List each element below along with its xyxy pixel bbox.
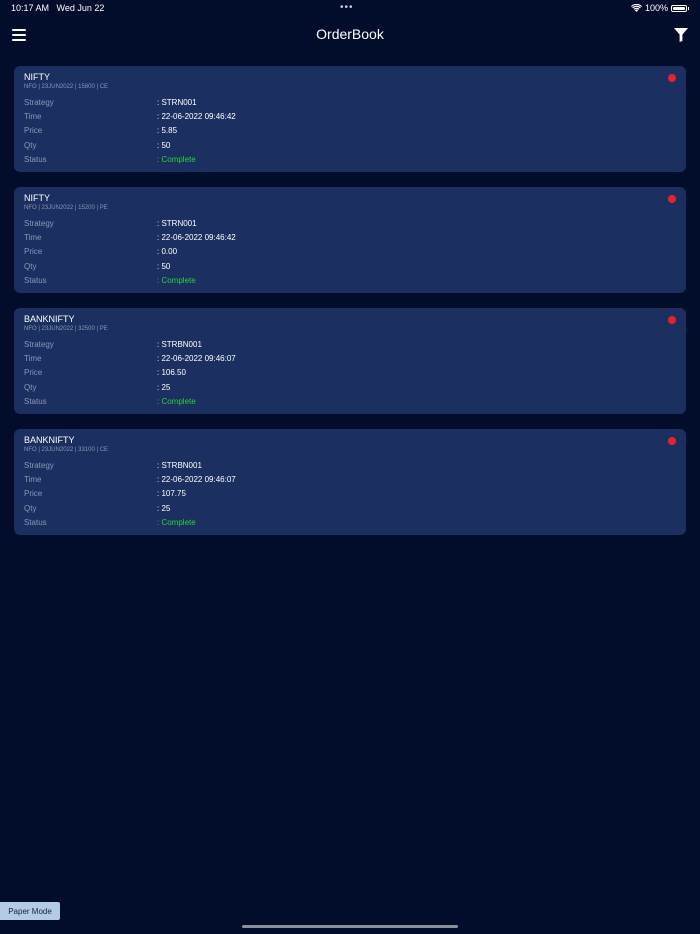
order-card[interactable]: NIFTY NFO | 23JUN2022 | 15800 | CE Strateg… [14, 66, 686, 172]
field-label-strategy: Strategy [24, 218, 54, 228]
order-field-price: Price : 106.50 [24, 366, 676, 380]
field-label-price: Price [24, 247, 43, 257]
status-time: 10:17 AM Wed Jun 22 [11, 3, 104, 13]
order-field-status: Status : Complete [24, 515, 676, 529]
nav-bar: OrderBook [0, 18, 700, 54]
field-label-time: Time [24, 353, 42, 363]
order-symbol: NIFTY [24, 193, 50, 203]
field-value-qty: : 25 [157, 503, 171, 513]
order-field-strategy: Strategy : STRN001 [24, 95, 676, 109]
field-value-strategy: : STRN001 [157, 218, 197, 228]
field-value-strategy: : STRBN001 [157, 339, 202, 349]
order-symbol: BANKNIFTY [24, 314, 75, 324]
status-right: 100% [630, 3, 689, 13]
order-contract-details: NFO | 23JUN2022 | 15200 | PE [24, 205, 108, 211]
order-field-qty: Qty : 50 [24, 259, 676, 273]
field-value-status: : Complete [157, 154, 196, 164]
field-label-time: Time [24, 111, 42, 121]
order-field-qty: Qty : 25 [24, 501, 676, 515]
field-label-status: Status [24, 517, 47, 527]
order-field-status: Status : Complete [24, 394, 676, 408]
battery-percent: 100% [644, 3, 668, 13]
field-label-qty: Qty [24, 261, 37, 271]
order-field-strategy: Strategy : STRBN001 [24, 337, 676, 351]
order-contract-details: NFO | 23JUN2022 | 32500 | PE [24, 326, 108, 332]
order-symbol: NIFTY [24, 72, 50, 82]
order-status-dot-icon [668, 437, 676, 445]
field-value-time: : 22-06-2022 09:46:07 [157, 353, 236, 363]
field-value-price: : 106.50 [157, 368, 186, 378]
field-label-price: Price [24, 126, 43, 136]
field-label-status: Status [24, 275, 47, 285]
order-card[interactable]: BANKNIFTY NFO | 23JUN2022 | 33100 | CE Str… [14, 429, 686, 535]
order-field-strategy: Strategy : STRN001 [24, 216, 676, 230]
order-list: NIFTY NFO | 23JUN2022 | 15800 | CE Strateg… [14, 66, 686, 550]
status-bar: 10:17 AM Wed Jun 22 ••• 100% [0, 0, 700, 18]
battery-icon [671, 4, 687, 12]
field-value-strategy: : STRBN001 [157, 460, 202, 470]
field-value-qty: : 50 [157, 140, 171, 150]
order-status-dot-icon [668, 74, 676, 82]
field-label-strategy: Strategy [24, 339, 54, 349]
order-field-time: Time : 22-06-2022 09:46:07 [24, 472, 676, 486]
field-value-time: : 22-06-2022 09:46:07 [157, 474, 236, 484]
wifi-icon [630, 4, 642, 12]
field-label-status: Status [24, 396, 47, 406]
clock-date: Wed Jun 22 [56, 3, 105, 13]
order-field-price: Price : 107.75 [24, 487, 676, 501]
filter-funnel-icon[interactable] [674, 28, 688, 42]
field-value-status: : Complete [157, 275, 196, 285]
order-field-strategy: Strategy : STRBN001 [24, 458, 676, 472]
field-label-price: Price [24, 489, 43, 499]
order-card[interactable]: BANKNIFTY NFO | 23JUN2022 | 32500 | PE Str… [14, 308, 686, 414]
field-value-status: : Complete [157, 517, 196, 527]
paper-mode-badge[interactable]: Paper Mode [0, 902, 60, 920]
order-field-status: Status : Complete [24, 273, 676, 287]
battery-fill [673, 6, 685, 10]
field-label-qty: Qty [24, 140, 37, 150]
field-label-qty: Qty [24, 503, 37, 513]
order-field-time: Time : 22-06-2022 09:46:07 [24, 351, 676, 365]
page-title: OrderBook [316, 26, 384, 42]
battery-tip [688, 6, 689, 10]
clock-time: 10:17 AM [11, 3, 50, 13]
order-field-qty: Qty : 25 [24, 380, 676, 394]
order-status-dot-icon [668, 195, 676, 203]
order-symbol: BANKNIFTY [24, 435, 75, 445]
field-label-strategy: Strategy [24, 97, 54, 107]
field-value-time: : 22-06-2022 09:46:42 [157, 232, 236, 242]
order-contract-details: NFO | 23JUN2022 | 15800 | CE [24, 84, 109, 90]
home-indicator [242, 925, 458, 928]
field-label-qty: Qty [24, 382, 37, 392]
field-value-time: : 22-06-2022 09:46:42 [157, 111, 236, 121]
order-contract-details: NFO | 23JUN2022 | 33100 | CE [24, 447, 109, 453]
order-status-dot-icon [668, 316, 676, 324]
order-field-price: Price : 5.85 [24, 124, 676, 138]
field-value-price: : 5.85 [157, 126, 178, 136]
field-value-qty: : 25 [157, 382, 171, 392]
order-field-price: Price : 0.00 [24, 245, 676, 259]
order-field-qty: Qty : 50 [24, 138, 676, 152]
field-label-time: Time [24, 474, 42, 484]
field-value-status: : Complete [157, 396, 196, 406]
field-value-strategy: : STRN001 [157, 97, 197, 107]
order-card[interactable]: NIFTY NFO | 23JUN2022 | 15200 | PE Strateg… [14, 187, 686, 293]
order-field-time: Time : 22-06-2022 09:46:42 [24, 230, 676, 244]
field-label-price: Price [24, 368, 43, 378]
field-value-price: : 107.75 [157, 489, 186, 499]
multitasking-dots-icon[interactable]: ••• [340, 3, 354, 13]
field-value-qty: : 50 [157, 261, 171, 271]
field-label-time: Time [24, 232, 42, 242]
order-field-status: Status : Complete [24, 152, 676, 166]
field-value-price: : 0.00 [157, 247, 178, 257]
field-label-strategy: Strategy [24, 460, 54, 470]
field-label-status: Status [24, 154, 47, 164]
order-field-time: Time : 22-06-2022 09:46:42 [24, 109, 676, 123]
